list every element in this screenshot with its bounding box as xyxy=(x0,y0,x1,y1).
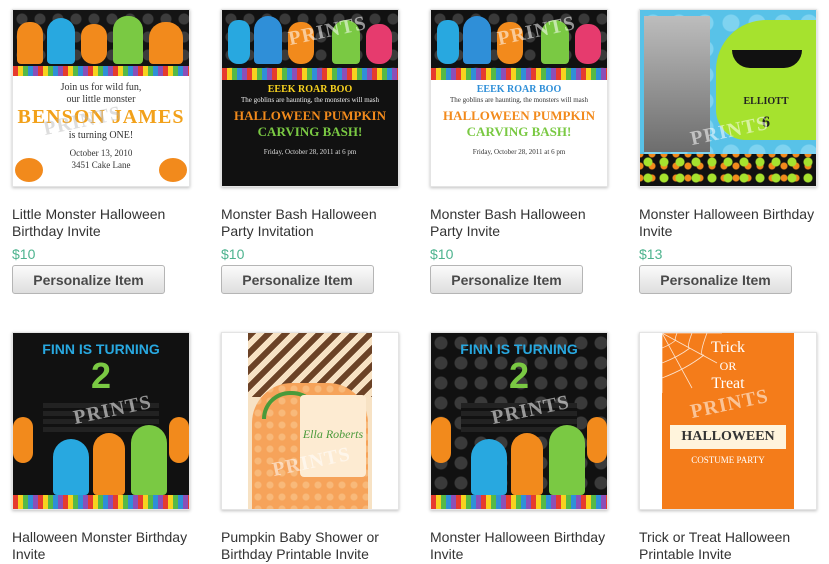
invite-line: our little monster xyxy=(66,94,136,105)
invite-headline: HALLOWEEN PUMPKIN xyxy=(442,108,596,123)
invite-line: Friday, October 28, 2011 at 6 pm xyxy=(263,148,357,156)
product-card: FINN IS TURNING 2 PRINTS Monster Hallowe… xyxy=(430,332,620,563)
invite-name: ELLIOTT xyxy=(743,96,789,107)
invite-line: Friday, October 28, 2011 at 6 pm xyxy=(472,148,566,156)
invite-line: Join us for wild fun, xyxy=(60,82,142,93)
product-title[interactable]: Halloween Monster Birthday Invite xyxy=(12,529,202,563)
product-thumbnail[interactable]: EEEK ROAR BOO The goblins are haunting, … xyxy=(430,9,608,187)
personalize-item-button[interactable]: Personalize Item xyxy=(12,265,165,294)
product-price: $10 xyxy=(12,246,36,262)
invite-line: COSTUME PARTY xyxy=(691,455,765,465)
personalize-item-button[interactable]: Personalize Item xyxy=(430,265,583,294)
invite-line: The goblins are haunting, the monsters w… xyxy=(449,96,589,104)
invite-line: October 13, 2010 xyxy=(69,148,133,158)
personalize-item-button[interactable]: Personalize Item xyxy=(221,265,374,294)
product-title[interactable]: Pumpkin Baby Shower or Birthday Printabl… xyxy=(221,529,411,563)
invite-line: The goblins are haunting, the monsters w… xyxy=(240,96,380,104)
product-thumbnail[interactable]: EEEK ROAR BOO The goblins are haunting, … xyxy=(221,9,399,187)
product-price: $10 xyxy=(430,246,454,262)
product-thumbnail[interactable]: Trick OR Treat HALLOWEEN COSTUME PARTY P… xyxy=(639,332,817,510)
product-card: Join us for wild fun, our little monster… xyxy=(12,9,202,294)
invite-headline: Treat xyxy=(711,375,745,392)
product-title[interactable]: Monster Bash Halloween Party Invite xyxy=(430,206,620,240)
product-title[interactable]: Little Monster Halloween Birthday Invite xyxy=(12,206,202,240)
product-thumbnail[interactable]: FINN IS TURNING 2 PRINTS xyxy=(430,332,608,510)
product-title[interactable]: Trick or Treat Halloween Printable Invit… xyxy=(639,529,829,563)
product-card: Trick OR Treat HALLOWEEN COSTUME PARTY P… xyxy=(639,332,829,563)
product-title[interactable]: Monster Halloween Birthday Invite xyxy=(430,529,620,563)
product-card: FINN IS TURNING 2 PRINTS Halloween Monst… xyxy=(12,332,202,563)
product-price: $10 xyxy=(221,246,245,262)
invite-headline: CARVING BASH! xyxy=(466,124,572,139)
invite-headline: OR xyxy=(719,359,737,373)
product-card: ELLIOTT 6 PRINTS Monster Halloween Birth… xyxy=(639,9,829,294)
invite-line: EEEK ROAR BOO xyxy=(476,84,562,95)
invite-headline: CARVING BASH! xyxy=(257,124,363,139)
product-card: Ella Roberts PRINTS Pumpkin Baby Shower … xyxy=(221,332,411,563)
invite-name: Ella Roberts xyxy=(302,427,364,441)
invite-age: 2 xyxy=(508,355,530,396)
invite-line: is turning ONE! xyxy=(68,130,134,141)
invite-age: 2 xyxy=(90,355,112,396)
product-thumbnail[interactable]: Join us for wild fun, our little monster… xyxy=(12,9,190,187)
product-title[interactable]: Monster Halloween Birthday Invite xyxy=(639,206,829,240)
personalize-item-button[interactable]: Personalize Item xyxy=(639,265,792,294)
product-thumbnail[interactable]: FINN IS TURNING 2 PRINTS xyxy=(12,332,190,510)
invite-line: EEEK ROAR BOO xyxy=(267,84,353,95)
product-thumbnail[interactable]: ELLIOTT 6 PRINTS xyxy=(639,9,817,187)
product-title[interactable]: Monster Bash Halloween Party Invitation xyxy=(221,206,411,240)
product-thumbnail[interactable]: Ella Roberts PRINTS xyxy=(221,332,399,510)
invite-headline: HALLOWEEN xyxy=(681,429,775,444)
product-card: EEEK ROAR BOO The goblins are haunting, … xyxy=(430,9,620,294)
invite-headline: HALLOWEEN PUMPKIN xyxy=(233,108,387,123)
product-card: EEEK ROAR BOO The goblins are haunting, … xyxy=(221,9,411,294)
product-price: $13 xyxy=(639,246,663,262)
invite-headline: Trick xyxy=(710,339,746,356)
